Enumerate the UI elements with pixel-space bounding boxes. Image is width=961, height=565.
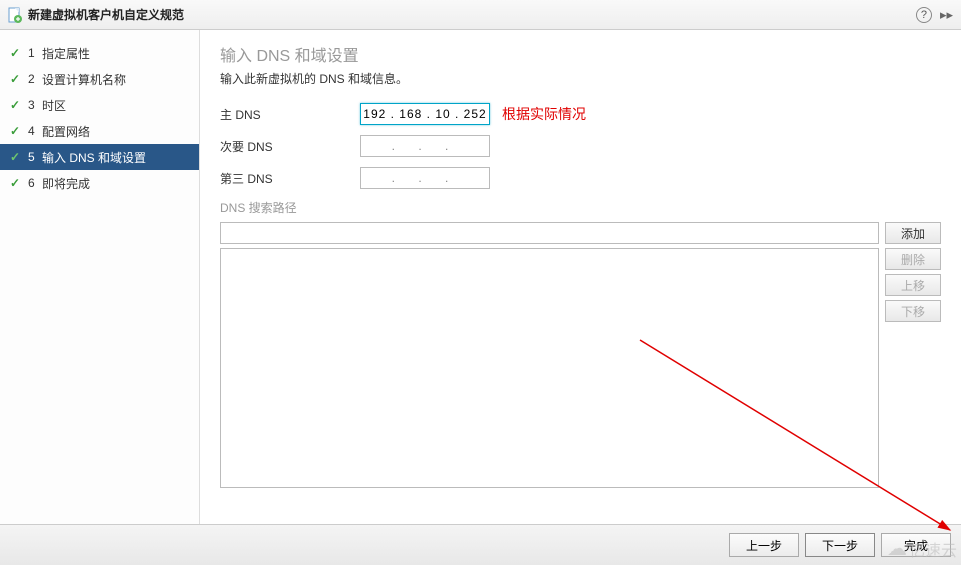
step-label: 即将完成 bbox=[42, 175, 90, 192]
wizard-footer: 上一步 下一步 完成 bbox=[0, 524, 961, 565]
check-icon: ✓ bbox=[10, 72, 24, 86]
back-button[interactable]: 上一步 bbox=[729, 533, 799, 557]
check-icon: ✓ bbox=[10, 46, 24, 60]
check-icon: ✓ bbox=[10, 124, 24, 138]
window-title: 新建虚拟机客户机自定义规范 bbox=[28, 6, 916, 23]
ip-value: . . . bbox=[392, 171, 459, 185]
step-number: 2 bbox=[28, 72, 42, 86]
check-icon: ✓ bbox=[10, 176, 24, 190]
sidebar-step-2[interactable]: ✓ 2 设置计算机名称 bbox=[0, 66, 199, 92]
content-panel: 输入 DNS 和域设置 输入此新虚拟机的 DNS 和域信息。 主 DNS 192… bbox=[200, 30, 961, 524]
move-down-button[interactable]: 下移 bbox=[885, 300, 941, 322]
document-add-icon bbox=[8, 7, 22, 23]
step-label: 输入 DNS 和域设置 bbox=[42, 149, 146, 166]
secondary-dns-label: 次要 DNS bbox=[220, 138, 360, 155]
sidebar-step-5[interactable]: ✓ 5 输入 DNS 和域设置 bbox=[0, 144, 199, 170]
dns-search-path-input[interactable] bbox=[220, 222, 879, 244]
step-number: 5 bbox=[28, 150, 42, 164]
pin-icon[interactable]: ▸▸ bbox=[940, 7, 953, 23]
check-icon: ✓ bbox=[10, 150, 24, 164]
annotation-text: 根据实际情况 bbox=[502, 104, 586, 124]
secondary-dns-input[interactable]: . . . bbox=[360, 135, 490, 157]
next-button[interactable]: 下一步 bbox=[805, 533, 875, 557]
step-label: 时区 bbox=[42, 97, 66, 114]
step-number: 6 bbox=[28, 176, 42, 190]
dns-search-path-label: DNS 搜索路径 bbox=[220, 199, 941, 216]
help-icon[interactable]: ? bbox=[916, 7, 932, 23]
tertiary-dns-label: 第三 DNS bbox=[220, 170, 360, 187]
primary-dns-input[interactable]: 192 . 168 . 10 . 252 bbox=[360, 103, 490, 125]
titlebar: 新建虚拟机客户机自定义规范 ? ▸▸ bbox=[0, 0, 961, 30]
section-title: 输入 DNS 和域设置 bbox=[220, 42, 941, 66]
delete-button[interactable]: 删除 bbox=[885, 248, 941, 270]
sidebar-step-1[interactable]: ✓ 1 指定属性 bbox=[0, 40, 199, 66]
step-number: 3 bbox=[28, 98, 42, 112]
step-number: 4 bbox=[28, 124, 42, 138]
step-label: 指定属性 bbox=[42, 45, 90, 62]
sidebar-step-3[interactable]: ✓ 3 时区 bbox=[0, 92, 199, 118]
step-label: 设置计算机名称 bbox=[42, 71, 126, 88]
wizard-sidebar: ✓ 1 指定属性 ✓ 2 设置计算机名称 ✓ 3 时区 ✓ 4 配置网络 ✓ 5… bbox=[0, 30, 200, 524]
add-button[interactable]: 添加 bbox=[885, 222, 941, 244]
step-label: 配置网络 bbox=[42, 123, 90, 140]
dns-search-path-list[interactable] bbox=[220, 248, 879, 488]
finish-button[interactable]: 完成 bbox=[881, 533, 951, 557]
sidebar-step-4[interactable]: ✓ 4 配置网络 bbox=[0, 118, 199, 144]
primary-dns-label: 主 DNS bbox=[220, 106, 360, 123]
tertiary-dns-input[interactable]: . . . bbox=[360, 167, 490, 189]
step-number: 1 bbox=[28, 46, 42, 60]
section-description: 输入此新虚拟机的 DNS 和域信息。 bbox=[220, 70, 941, 87]
move-up-button[interactable]: 上移 bbox=[885, 274, 941, 296]
ip-value: 192 . 168 . 10 . 252 bbox=[363, 107, 486, 121]
ip-value: . . . bbox=[392, 139, 459, 153]
check-icon: ✓ bbox=[10, 98, 24, 112]
sidebar-step-6[interactable]: ✓ 6 即将完成 bbox=[0, 170, 199, 196]
